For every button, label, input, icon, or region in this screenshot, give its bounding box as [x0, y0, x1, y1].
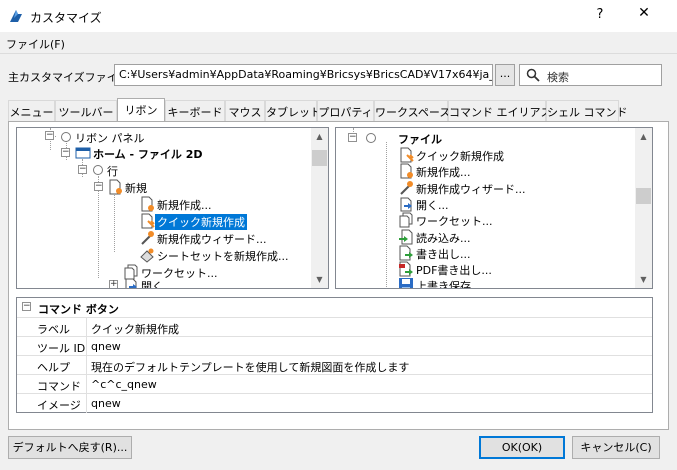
- cancel-button[interactable]: キャンセル(C): [572, 436, 660, 459]
- pdf-export-icon: [399, 261, 413, 277]
- collapse-icon[interactable]: −: [348, 133, 357, 142]
- command-tree[interactable]: − ファイル クイック新規作成 新規作成... 新規作成ウィザード... 開く.…: [335, 127, 653, 289]
- tab-shell-command[interactable]: シェル コマンド: [546, 100, 628, 121]
- scroll-up-icon[interactable]: ▲: [311, 128, 328, 145]
- close-button[interactable]: ✕: [632, 5, 656, 27]
- right-tree-scrollbar[interactable]: ▲ ▼: [635, 128, 652, 288]
- properties-section-header[interactable]: − コマンド ボタン: [17, 298, 652, 317]
- collapse-icon[interactable]: −: [78, 165, 87, 174]
- quick-new-icon: [400, 147, 414, 163]
- property-row-help[interactable]: ヘルプ 現在のデフォルトテンプレートを使用して新規図面を作成します: [17, 355, 652, 375]
- quick-new-icon: [141, 213, 155, 229]
- tab-toolbar[interactable]: ツールバー: [55, 100, 117, 121]
- property-row-image[interactable]: イメージ qnew: [17, 393, 652, 413]
- title-bar: カスタマイズ ? ✕: [0, 0, 677, 32]
- property-value[interactable]: クイック新規作成: [91, 321, 179, 337]
- property-row-tool-id[interactable]: ツール ID qnew: [17, 336, 652, 356]
- tab-keyboard[interactable]: キーボード: [165, 100, 225, 121]
- properties-grid[interactable]: − コマンド ボタン ラベル クイック新規作成 ツール ID qnew ヘルプ …: [16, 297, 653, 413]
- scroll-down-icon[interactable]: ▼: [635, 271, 652, 288]
- ok-button[interactable]: OK(OK): [479, 436, 565, 459]
- import-icon: [399, 229, 413, 245]
- scroll-thumb[interactable]: [636, 188, 651, 204]
- property-row-label[interactable]: ラベル クイック新規作成: [17, 317, 652, 337]
- menu-file[interactable]: ファイル(F): [6, 36, 65, 52]
- tab-tablet[interactable]: タブレット: [265, 100, 321, 121]
- save-icon: [399, 278, 413, 288]
- sheetset-icon: [140, 248, 154, 263]
- main-file-path-input[interactable]: C:¥Users¥admin¥AppData¥Roaming¥Bricsys¥B…: [114, 64, 493, 86]
- property-value[interactable]: qnew: [91, 397, 121, 410]
- menu-bar: ファイル(F): [0, 32, 677, 54]
- window-title: カスタマイズ: [30, 11, 102, 25]
- property-key: ラベル: [37, 323, 70, 336]
- scroll-thumb[interactable]: [312, 150, 327, 166]
- reset-default-button[interactable]: デフォルトへ戻す(R)...: [8, 436, 132, 459]
- collapse-icon[interactable]: −: [61, 148, 70, 157]
- search-icon: [526, 68, 540, 82]
- document-new-icon: [109, 179, 122, 195]
- property-value[interactable]: 現在のデフォルトテンプレートを使用して新規図面を作成します: [91, 359, 409, 375]
- wizard-icon: [141, 231, 154, 245]
- ribbon-panel-icon: [75, 147, 91, 159]
- property-key: コマンド: [37, 380, 81, 393]
- property-key: ヘルプ: [37, 361, 70, 374]
- scroll-up-icon[interactable]: ▲: [635, 128, 652, 145]
- tab-menu[interactable]: メニュー: [8, 100, 55, 121]
- collapse-icon[interactable]: −: [22, 302, 31, 311]
- open-icon: [400, 197, 412, 212]
- property-key: ツール ID: [37, 342, 86, 355]
- document-new-icon: [141, 196, 154, 212]
- tab-mouse[interactable]: マウス: [225, 100, 265, 121]
- property-row-command[interactable]: コマンド ^c^c_qnew: [17, 374, 652, 394]
- property-value[interactable]: ^c^c_qnew: [91, 378, 157, 391]
- search-placeholder: 検索: [547, 71, 569, 84]
- property-value[interactable]: qnew: [91, 340, 121, 353]
- scroll-down-icon[interactable]: ▼: [311, 271, 328, 288]
- left-tree-scrollbar[interactable]: ▲ ▼: [311, 128, 328, 288]
- browse-button[interactable]: ...: [495, 64, 515, 86]
- search-input[interactable]: 検索: [519, 64, 662, 86]
- tab-workspace[interactable]: ワークスペース: [374, 100, 450, 121]
- ribbon-tree[interactable]: − リボン パネル − ホーム - ファイル 2D − 行 − 新規 新規作成.…: [16, 127, 329, 289]
- wizard-icon: [400, 181, 413, 195]
- tab-command-alias[interactable]: コマンド エイリアス: [448, 100, 552, 121]
- tab-properties[interactable]: プロパティ: [317, 100, 374, 121]
- property-key: イメージ: [37, 399, 81, 412]
- expand-icon[interactable]: +: [109, 280, 118, 288]
- document-new-icon: [400, 163, 413, 179]
- tab-ribbon[interactable]: リボン: [117, 98, 165, 122]
- collapse-icon[interactable]: −: [45, 131, 54, 140]
- section-title: コマンド ボタン: [38, 303, 119, 316]
- open-icon: [125, 278, 137, 288]
- bricscad-logo-icon: [10, 10, 22, 22]
- export-icon: [399, 245, 413, 261]
- workset-icon: [399, 212, 413, 228]
- collapse-icon[interactable]: −: [94, 182, 103, 191]
- help-button[interactable]: ?: [590, 7, 610, 25]
